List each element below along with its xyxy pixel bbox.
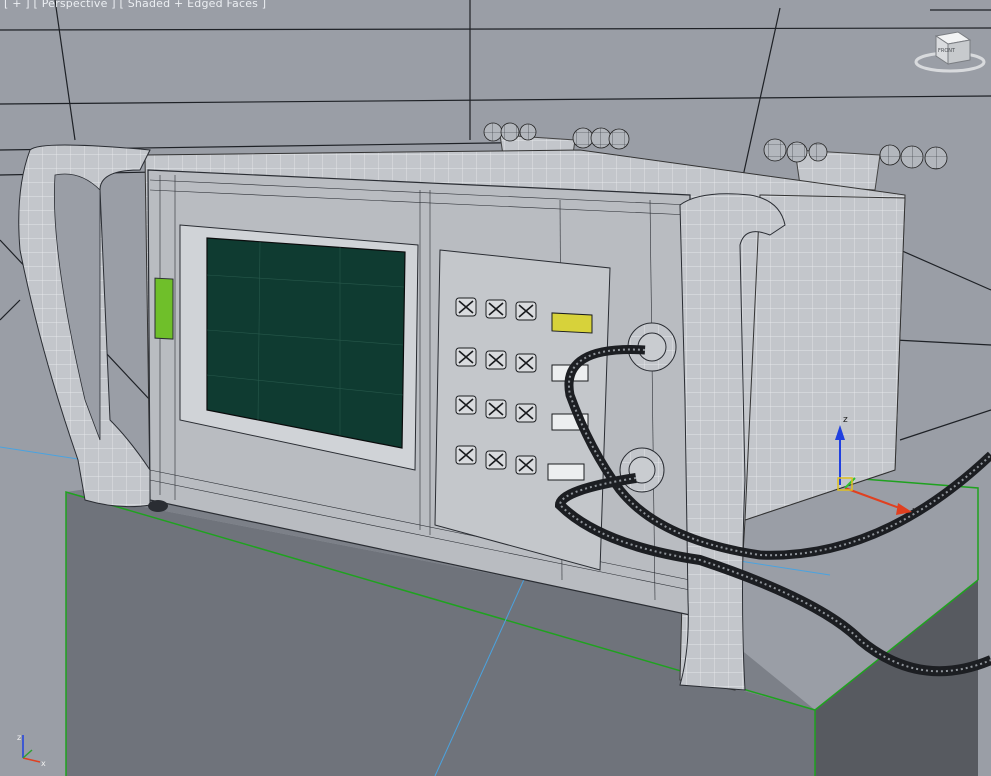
viewcube[interactable]: FRONT [914, 22, 986, 74]
gizmo-z-label: z [843, 415, 848, 425]
viewport-menu-view[interactable]: [ Perspective ] [34, 0, 116, 10]
device-feet [148, 500, 168, 512]
gizmo-x-label: x [912, 506, 918, 516]
viewport-menu-plus[interactable]: [ + ] [4, 0, 30, 10]
viewcube-face-label: FRONT [938, 48, 956, 54]
yellow-key[interactable] [551, 312, 593, 334]
world-axis-z-label: z [17, 733, 21, 742]
perspective-viewport[interactable]: z x z x [ + ] [ Perspective ] [ Shaded +… [0, 0, 991, 776]
world-axis-x-label: x [41, 759, 46, 768]
world-axis-tripod: z x [17, 733, 46, 768]
3d-scene[interactable]: z x z x [0, 0, 991, 776]
left-handle[interactable] [18, 144, 151, 508]
power-switch[interactable] [154, 277, 174, 340]
connector-bottom[interactable] [619, 447, 665, 493]
viewport-menu-shading[interactable]: [ Shaded + Edged Faces ] [120, 0, 267, 10]
white-key-3[interactable] [547, 463, 585, 481]
viewport-label[interactable]: [ + ] [ Perspective ] [ Shaded + Edged F… [4, 0, 266, 10]
